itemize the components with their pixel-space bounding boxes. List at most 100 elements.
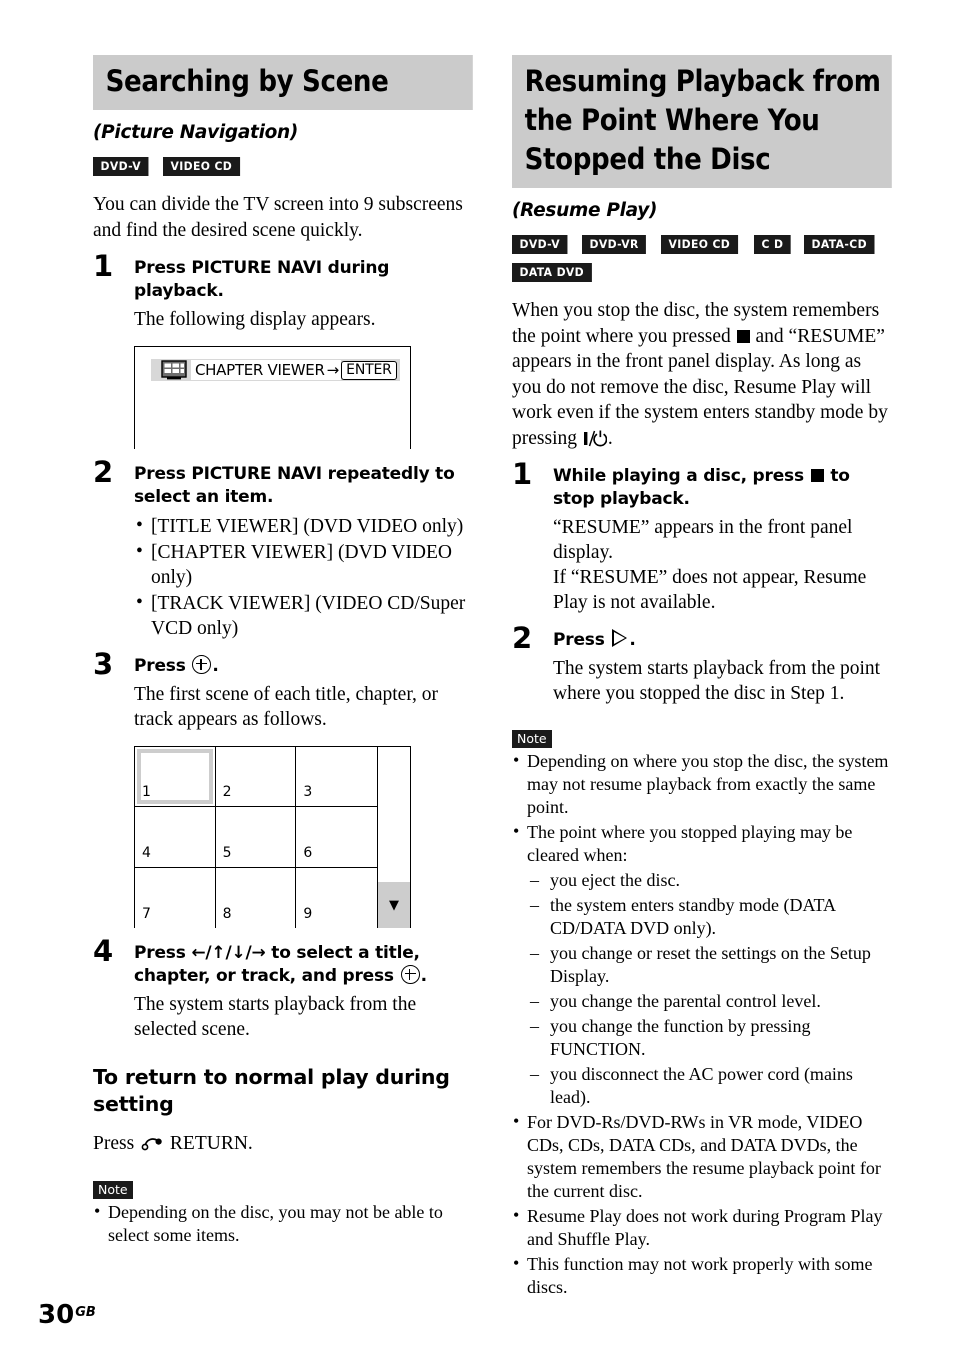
step-4: 4 Press ←/↑/↓/→ to select a title, chapt… bbox=[93, 937, 473, 1042]
chapter-viewer-display-mock: CHAPTER VIEWER → ENTER bbox=[134, 346, 411, 449]
chapter-viewer-bar: CHAPTER VIEWER → ENTER bbox=[151, 359, 400, 381]
left-section-subheading: (Picture Navigation) bbox=[93, 122, 299, 143]
right-disc-badge-row: DVD-V DVD-VR VIDEO CD C D DATA-CD DATA D… bbox=[512, 235, 892, 282]
resume-step-1-description-line2: If “RESUME” does not appear, Resume Play… bbox=[553, 567, 867, 613]
step-3-title-suffix: . bbox=[212, 656, 219, 676]
scene-cell-3[interactable]: 3 bbox=[296, 747, 377, 808]
step-4-title: Press ←/↑/↓/→ to select a title, chapter… bbox=[134, 942, 473, 988]
right-column: Resuming Playback from the Point Where Y… bbox=[512, 55, 892, 1299]
scene-cell-4[interactable]: 4 bbox=[135, 807, 216, 868]
scene-cell-2[interactable]: 2 bbox=[215, 747, 297, 808]
disc-badge-dvd-v: DVD-V bbox=[93, 157, 149, 176]
manual-page: Searching by Scene (Picture Navigation) … bbox=[0, 0, 954, 1352]
resume-step-1-title: While playing a disc, press to stop play… bbox=[553, 465, 892, 511]
step-3-title: Press . bbox=[134, 655, 473, 678]
scene-cell-9[interactable]: 9 bbox=[296, 868, 377, 928]
step-4-number: 4 bbox=[93, 934, 114, 968]
list-item: you disconnect the AC power cord (mains … bbox=[527, 1063, 892, 1109]
list-item: The point where you stopped playing may … bbox=[512, 820, 892, 1109]
note-badge: Note bbox=[512, 730, 552, 748]
scene-cell-5[interactable]: 5 bbox=[215, 807, 297, 868]
note-badge: Note bbox=[93, 1180, 133, 1199]
right-section-heading: Resuming Playback from the Point Where Y… bbox=[512, 55, 892, 188]
scene-cell-number: 9 bbox=[303, 905, 313, 922]
step-2: 2 Press PICTURE NAVI repeatedly to selec… bbox=[93, 458, 473, 641]
right-intro-paragraph: When you stop the disc, the system remem… bbox=[512, 298, 892, 451]
list-item: the system enters standby mode (DATA CD/… bbox=[527, 894, 892, 940]
scene-cell-number: 5 bbox=[222, 844, 232, 861]
resume-step-2-title-suffix: . bbox=[629, 630, 636, 650]
scene-cell-number: 2 bbox=[222, 784, 232, 801]
resume-step-2: 2 Press . The system starts playback fro… bbox=[512, 624, 892, 706]
scene-grid-display-mock: 1 2 3 4 5 6 7 8 9 ▼ bbox=[134, 746, 411, 928]
scene-cell-number: 3 bbox=[303, 784, 313, 801]
return-section-text: Press RETURN. bbox=[93, 1131, 473, 1157]
list-item: you change the parental control level. bbox=[527, 990, 892, 1013]
step-1-title: Press PICTURE NAVI during playback. bbox=[134, 258, 390, 301]
page-number-value: 30 bbox=[38, 1300, 75, 1330]
left-note-list: Depending on the disc, you may not be ab… bbox=[93, 1200, 473, 1247]
scene-cell-8[interactable]: 8 bbox=[216, 867, 297, 928]
list-item: Resume Play does not work during Program… bbox=[512, 1204, 892, 1251]
disc-badge-dvd-v: DVD-V bbox=[512, 235, 568, 254]
list-item: you eject the disc. bbox=[527, 869, 892, 892]
intro-part3: . bbox=[607, 427, 613, 449]
scene-cell-6[interactable]: 6 bbox=[296, 807, 377, 868]
list-item: [TITLE VIEWER] (DVD VIDEO only) bbox=[134, 513, 473, 539]
step-4-title-part3: . bbox=[420, 966, 427, 986]
resume-step-2-title: Press . bbox=[553, 629, 892, 652]
list-item: This function may not work properly with… bbox=[512, 1252, 892, 1299]
resume-step-1-title-part1: While playing a disc, press bbox=[553, 466, 804, 486]
left-intro-paragraph: You can divide the TV screen into 9 subs… bbox=[93, 194, 463, 241]
scene-cell-number: 1 bbox=[142, 784, 151, 801]
disc-badge-data-cd: DATA-CD bbox=[804, 235, 875, 254]
disc-badge-video-cd: VIDEO CD bbox=[661, 235, 739, 254]
note-text: Resume Play does not work during Program… bbox=[527, 1206, 883, 1249]
scene-cell-1[interactable]: 1 bbox=[135, 747, 216, 808]
direction-arrows-icon: ←/↑/↓/→ bbox=[191, 943, 266, 963]
note-text: Depending on where you stop the disc, th… bbox=[527, 751, 889, 817]
step-2-option-list: [TITLE VIEWER] (DVD VIDEO only) [CHAPTER… bbox=[134, 513, 473, 641]
stop-button-icon bbox=[736, 329, 750, 343]
scene-cell-number: 7 bbox=[142, 905, 151, 922]
resume-step-2-description: The system starts playback from the poin… bbox=[553, 658, 881, 704]
chapter-viewer-label: CHAPTER VIEWER bbox=[191, 360, 327, 380]
step-3-number: 3 bbox=[93, 647, 114, 681]
return-text-suffix: RETURN. bbox=[169, 1133, 253, 1154]
chapter-viewer-enter-button[interactable]: ENTER bbox=[341, 360, 397, 380]
list-item: Depending on where you stop the disc, th… bbox=[512, 749, 892, 819]
note-text: This function may not work properly with… bbox=[527, 1254, 873, 1297]
step-4-title-part1: Press bbox=[134, 943, 186, 963]
list-item: Depending on the disc, you may not be ab… bbox=[93, 1200, 473, 1247]
scene-grid-scrollbar[interactable]: ▼ bbox=[377, 747, 410, 928]
step-2-number: 2 bbox=[93, 455, 114, 489]
right-note-list: Depending on where you stop the disc, th… bbox=[512, 749, 892, 1299]
right-section-subheading: (Resume Play) bbox=[512, 200, 658, 221]
step-1-number: 1 bbox=[93, 249, 114, 283]
list-item: [CHAPTER VIEWER] (DVD VIDEO only) bbox=[134, 539, 473, 590]
step-1: 1 Press PICTURE NAVI during playback. Th… bbox=[93, 252, 473, 449]
disc-badge-data-dvd: DATA DVD bbox=[512, 263, 592, 282]
step-2-title: Press PICTURE NAVI repeatedly to select … bbox=[134, 464, 455, 507]
return-button-icon bbox=[141, 1138, 162, 1151]
power-standby-icon bbox=[583, 430, 607, 446]
stop-button-icon bbox=[810, 469, 824, 482]
scene-grid-cells: 1 2 3 4 5 6 7 8 9 bbox=[135, 747, 377, 928]
left-section-heading: Searching by Scene bbox=[93, 55, 473, 110]
resume-step-2-number: 2 bbox=[512, 621, 533, 655]
scene-cell-7[interactable]: 7 bbox=[135, 867, 216, 928]
note-text: For DVD-Rs/DVD-RWs in VR mode, VIDEO CDs… bbox=[527, 1112, 881, 1201]
chevron-down-icon[interactable]: ▼ bbox=[378, 882, 410, 928]
left-column: Searching by Scene (Picture Navigation) … bbox=[93, 55, 473, 1247]
page-number: 30GB bbox=[38, 1300, 96, 1330]
note-sub-list: you eject the disc. the system enters st… bbox=[527, 869, 892, 1109]
play-button-icon bbox=[612, 629, 628, 647]
disc-badge-dvd-vr: DVD-VR bbox=[582, 235, 647, 254]
step-1-description: The following display appears. bbox=[134, 309, 376, 330]
list-item: you change the function by pressing FUNC… bbox=[527, 1015, 892, 1061]
return-section-heading: To return to normal play during setting bbox=[93, 1065, 450, 1116]
chapter-viewer-arrow-icon: → bbox=[326, 360, 342, 380]
resume-step-1-description-line1: “RESUME” appears in the front panel disp… bbox=[553, 517, 853, 563]
return-text-prefix: Press bbox=[93, 1133, 135, 1154]
scene-cell-number: 4 bbox=[142, 844, 151, 861]
